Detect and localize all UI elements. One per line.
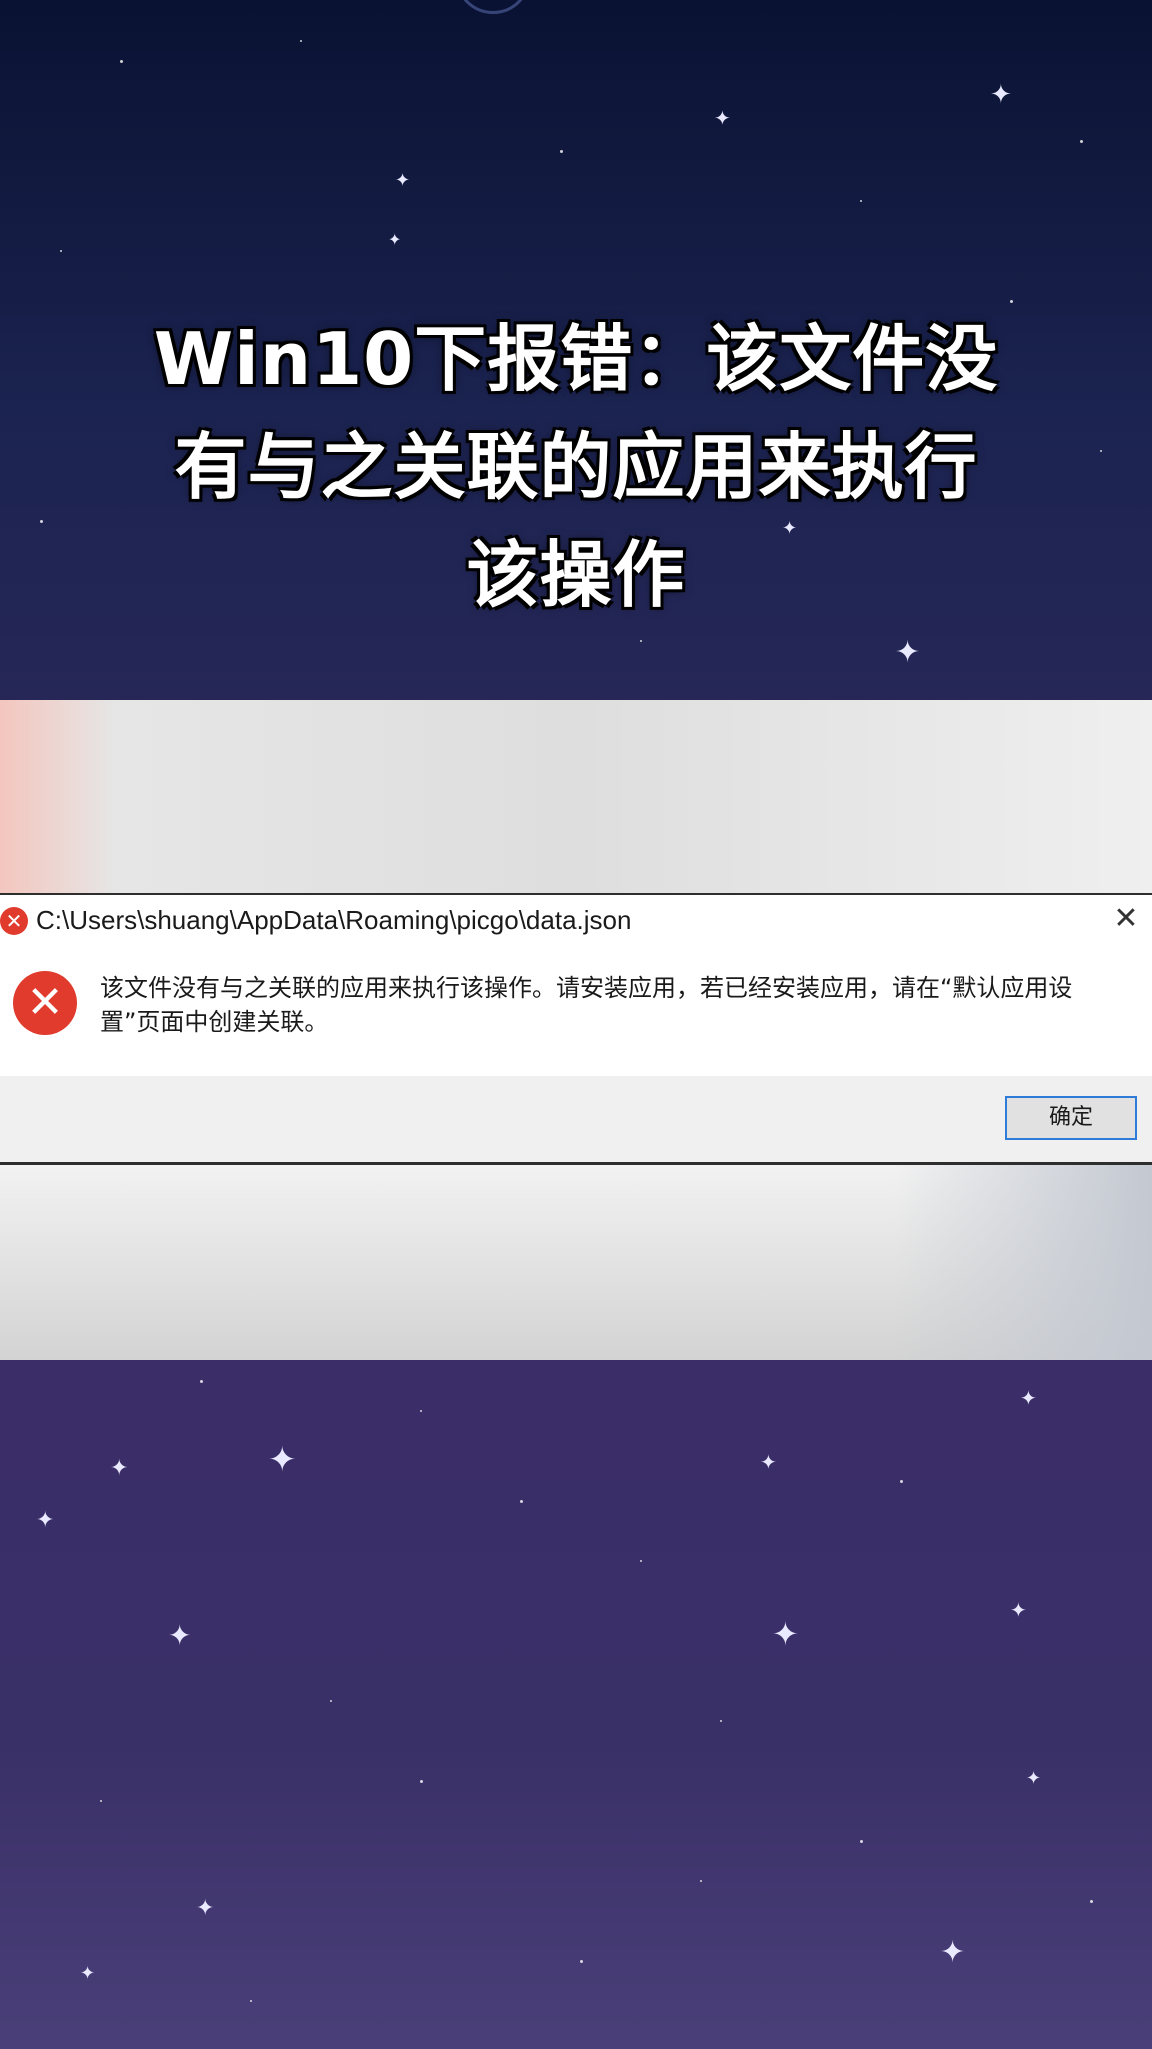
star-sparkle-icon: ✦ <box>895 635 921 670</box>
star-dot <box>700 1880 702 1882</box>
star-sparkle-icon: ✦ <box>196 1896 215 1921</box>
star-dot <box>1090 1900 1093 1903</box>
star-dot <box>580 1960 583 1963</box>
star-sparkle-icon: ✦ <box>714 106 731 130</box>
star-sparkle-icon: ✦ <box>168 1619 192 1652</box>
star-sparkle-icon: ✦ <box>990 80 1012 110</box>
star-dot <box>900 1480 903 1483</box>
dialog-titlebar[interactable]: ✕ C:\Users\shuang\AppData\Roaming\picgo\… <box>0 895 1152 945</box>
star-dot <box>860 1840 863 1843</box>
page-title-line: Win10下报错：该文件没 <box>153 317 999 401</box>
star-dot <box>200 1380 203 1383</box>
star-sparkle-icon: ✦ <box>36 1508 55 1533</box>
star-sparkle-icon: ✦ <box>388 230 402 249</box>
star-sparkle-icon: ✦ <box>772 1615 799 1653</box>
star-sparkle-icon: ✦ <box>1010 1598 1027 1622</box>
star-sparkle-icon: ✦ <box>80 1963 96 1984</box>
close-icon[interactable]: ✕ <box>1108 901 1144 937</box>
star-sparkle-icon: ✦ <box>268 1440 297 1480</box>
star-dot <box>1100 450 1102 452</box>
ok-button[interactable]: 确定 <box>1005 1096 1137 1140</box>
star-dot <box>560 150 563 153</box>
moon-arc <box>455 0 531 14</box>
star-sparkle-icon: ✦ <box>395 170 411 191</box>
error-dialog: ✕ C:\Users\shuang\AppData\Roaming\picgo\… <box>0 893 1152 1165</box>
star-dot <box>860 200 862 202</box>
star-dot <box>640 1560 642 1562</box>
star-dot <box>1010 300 1013 303</box>
error-icon: ✕ <box>0 907 28 935</box>
star-dot <box>640 640 642 642</box>
dialog-footer: 确定 <box>0 1076 1152 1162</box>
star-dot <box>720 1720 722 1722</box>
star-dot <box>60 250 62 252</box>
dialog-title-path: C:\Users\shuang\AppData\Roaming\picgo\da… <box>36 905 632 935</box>
star-dot <box>300 40 302 42</box>
star-dot <box>520 1500 523 1503</box>
error-icon: ✕ <box>13 971 77 1035</box>
star-dot <box>1080 140 1083 143</box>
star-sparkle-icon: ✦ <box>760 1450 777 1474</box>
page-title-line: 该操作 <box>466 533 686 617</box>
page-title-line: 有与之关联的应用来执行 <box>174 425 978 509</box>
star-dot <box>100 1800 102 1802</box>
star-dot <box>330 1700 332 1702</box>
star-sparkle-icon: ✦ <box>1026 1768 1042 1789</box>
star-dot <box>120 60 123 63</box>
star-dot <box>40 520 43 523</box>
star-sparkle-icon: ✦ <box>110 1456 129 1481</box>
star-sparkle-icon: ✦ <box>1020 1386 1037 1410</box>
star-sparkle-icon: ✦ <box>940 1935 966 1970</box>
star-dot <box>250 2000 252 2002</box>
star-dot <box>420 1410 422 1412</box>
dialog-message: 该文件没有与之关联的应用来执行该操作。请安装应用，若已经安装应用，请在“默认应用… <box>100 974 1073 1036</box>
star-dot <box>420 1780 423 1783</box>
screenshot-panel: ✕ C:\Users\shuang\AppData\Roaming\picgo\… <box>0 700 1152 1360</box>
page-title: Win10下报错：该文件没 有与之关联的应用来执行 该操作 <box>96 305 1056 629</box>
panel-blur-bottom <box>0 1165 1152 1360</box>
